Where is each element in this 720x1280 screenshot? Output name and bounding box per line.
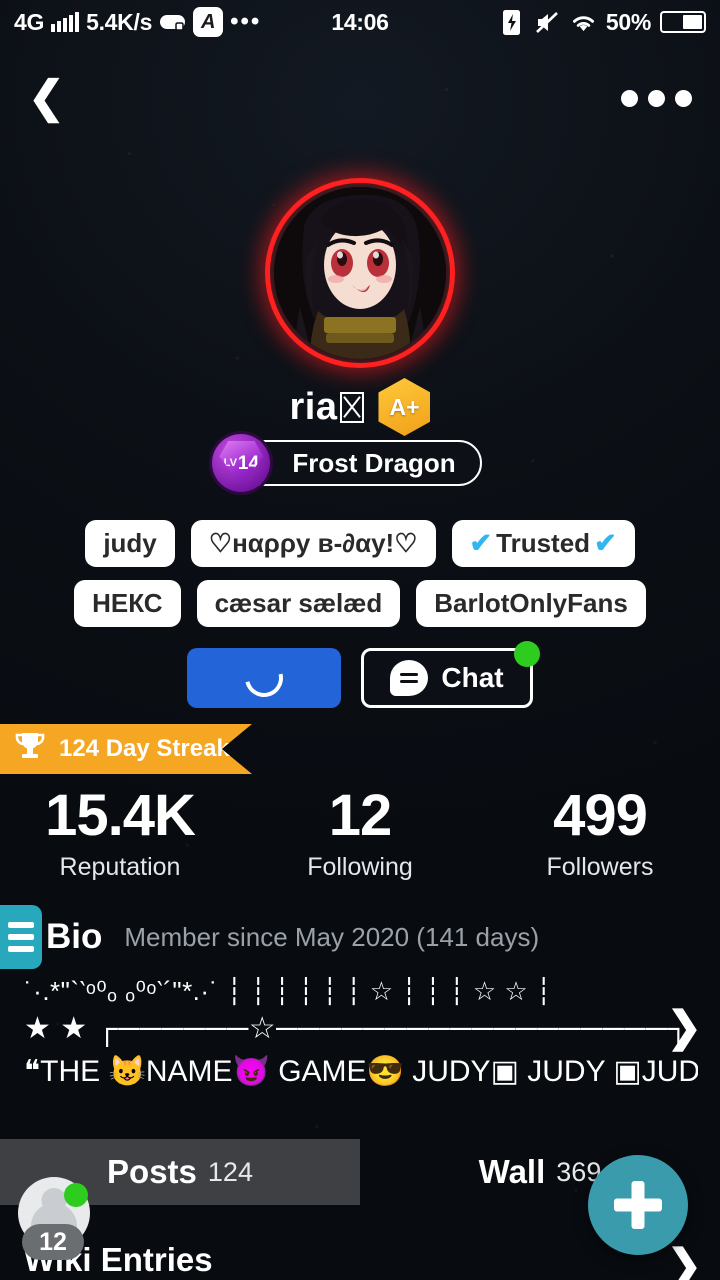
stat-followers[interactable]: 499 Followers bbox=[480, 783, 720, 882]
online-status-dot bbox=[513, 641, 540, 667]
tab-label: Wall bbox=[478, 1153, 546, 1190]
tag-label: НЕКС bbox=[92, 588, 163, 618]
follow-button[interactable] bbox=[187, 648, 342, 708]
stat-value: 12 bbox=[328, 783, 393, 848]
tag-chip[interactable]: НЕКС bbox=[74, 580, 181, 627]
level-number: 14 bbox=[237, 452, 260, 474]
bio-expand-arrow-icon[interactable]: ❯ bbox=[667, 1002, 702, 1051]
stat-value: 15.4K bbox=[45, 783, 196, 848]
tab-label: Posts bbox=[107, 1153, 197, 1190]
profile-tags: judy ♡нαρρу в-∂αy!♡ ✔ Trusted ✔ НЕКС cæs… bbox=[0, 520, 720, 627]
tag-label: Trusted bbox=[496, 528, 591, 558]
wiki-arrow-icon[interactable]: ❯ bbox=[667, 1240, 702, 1280]
bio-header: Bio Member since May 2020 (141 days) bbox=[0, 905, 720, 969]
bio-line: ★ ★ ┌──────☆──────────────────┐ bbox=[24, 1011, 690, 1045]
tag-chip[interactable]: ♡нαρρу в-∂αy!♡ bbox=[190, 520, 436, 567]
level-prefix: LV bbox=[223, 456, 237, 469]
member-since-label: Member since May 2020 (141 days) bbox=[124, 921, 540, 952]
stat-value: 499 bbox=[553, 783, 648, 848]
chat-button-label: Chat bbox=[441, 662, 504, 693]
profile-avatar[interactable] bbox=[265, 178, 455, 368]
back-button[interactable]: ❮ bbox=[28, 76, 65, 120]
battery-percent-label: 50% bbox=[605, 8, 651, 35]
profile-screen: 4G 5.4K/s A ••• 14:06 50% ❮ ria A+ LV 14… bbox=[0, 0, 720, 1280]
tag-label: ♡нαρρу в-∂αy!♡ bbox=[208, 528, 418, 558]
tag-chip[interactable]: cæsar sælæd bbox=[196, 580, 401, 627]
username: ria bbox=[290, 386, 365, 429]
status-bar-right: 50% bbox=[498, 9, 706, 36]
rank-badge-label: A+ bbox=[389, 393, 420, 420]
level-gem-inner: LV 14 bbox=[219, 441, 264, 485]
top-navigation-bar: ❮ bbox=[0, 62, 720, 134]
streak-banner[interactable]: 124 Day Streak bbox=[0, 724, 252, 774]
username-row: ria A+ bbox=[0, 378, 720, 436]
stat-reputation[interactable]: 15.4K Reputation bbox=[0, 783, 240, 882]
level-pill[interactable]: LV 14 Frost Dragon bbox=[212, 434, 482, 492]
bio-list-icon bbox=[0, 905, 42, 969]
tab-count: 124 bbox=[207, 1156, 253, 1187]
tag-chip[interactable]: BarlotOnlyFans bbox=[416, 580, 646, 627]
battery-outline-icon bbox=[660, 11, 706, 33]
network-speed-label: 5.4K/s bbox=[86, 8, 153, 35]
mute-icon bbox=[534, 9, 561, 36]
stat-label: Following bbox=[307, 852, 413, 881]
app-badge-letter: A bbox=[200, 10, 216, 33]
plus-icon bbox=[614, 1181, 662, 1229]
stat-following[interactable]: 12 Following bbox=[240, 783, 480, 882]
bio-title: Bio bbox=[46, 917, 103, 956]
tag-chip-trusted[interactable]: ✔ Trusted ✔ bbox=[451, 520, 635, 567]
signal-bars-icon bbox=[51, 12, 80, 32]
loading-spinner-icon bbox=[238, 651, 291, 705]
tag-label: cæsar sælæd bbox=[214, 588, 383, 618]
level-gem-icon: LV 14 bbox=[212, 434, 271, 492]
check-icon: ✔ bbox=[469, 528, 493, 558]
bio-line: ˙·.*"`‵ᵒ⁰ₒ ₒ⁰ᵒ‵´"*.·˙ ┆ ┆ ┆ ┆ ┆ ┆ ☆ ┆ ┆ … bbox=[24, 976, 553, 1006]
level-row: LV 14 Frost Dragon bbox=[0, 434, 720, 492]
missing-glyph-icon bbox=[340, 391, 365, 423]
wifi-icon bbox=[570, 9, 597, 36]
level-title: Frost Dragon bbox=[292, 447, 456, 478]
check-icon: ✔ bbox=[594, 528, 617, 558]
tag-label: judy bbox=[103, 528, 157, 558]
wiki-count-badge: 12 bbox=[22, 1224, 84, 1260]
add-floating-action-button[interactable] bbox=[588, 1155, 688, 1255]
profile-stats: 15.4K Reputation 12 Following 499 Follow… bbox=[0, 783, 720, 882]
app-badge-icon: A bbox=[193, 7, 224, 37]
bio-content[interactable]: ˙·.*"`‵ᵒ⁰ₒ ₒ⁰ᵒ‵´"*.·˙ ┆ ┆ ┆ ┆ ┆ ┆ ☆ ┆ ┆ … bbox=[0, 975, 720, 1091]
bio-line: ❝THE 😺NAME😈 GAME😎 JUDY▣ JUDY ▣JUDY… bbox=[24, 1055, 698, 1088]
more-dots-icon: ••• bbox=[230, 8, 262, 35]
status-bar: 4G 5.4K/s A ••• 14:06 50% bbox=[0, 0, 720, 44]
game-controller-icon bbox=[159, 9, 186, 36]
tag-label: BarlotOnlyFans bbox=[434, 588, 628, 618]
stat-label: Reputation bbox=[59, 852, 181, 881]
status-bar-left: 4G 5.4K/s A ••• bbox=[14, 7, 261, 37]
wiki-online-dot bbox=[64, 1183, 88, 1207]
overflow-menu-button[interactable] bbox=[621, 89, 692, 107]
chat-button[interactable]: Chat bbox=[361, 641, 540, 708]
chat-bubble-icon bbox=[390, 660, 429, 696]
charging-battery-icon bbox=[498, 9, 525, 36]
action-buttons: Chat bbox=[0, 641, 720, 708]
trophy-icon bbox=[14, 731, 46, 767]
username-text: ria bbox=[289, 385, 338, 428]
rank-badge-icon[interactable]: A+ bbox=[378, 378, 431, 436]
stat-label: Followers bbox=[546, 852, 654, 881]
network-type-label: 4G bbox=[14, 8, 45, 35]
avatar-image bbox=[274, 187, 446, 359]
tag-chip[interactable]: judy bbox=[85, 520, 175, 567]
streak-label: 124 Day Streak bbox=[59, 735, 230, 762]
